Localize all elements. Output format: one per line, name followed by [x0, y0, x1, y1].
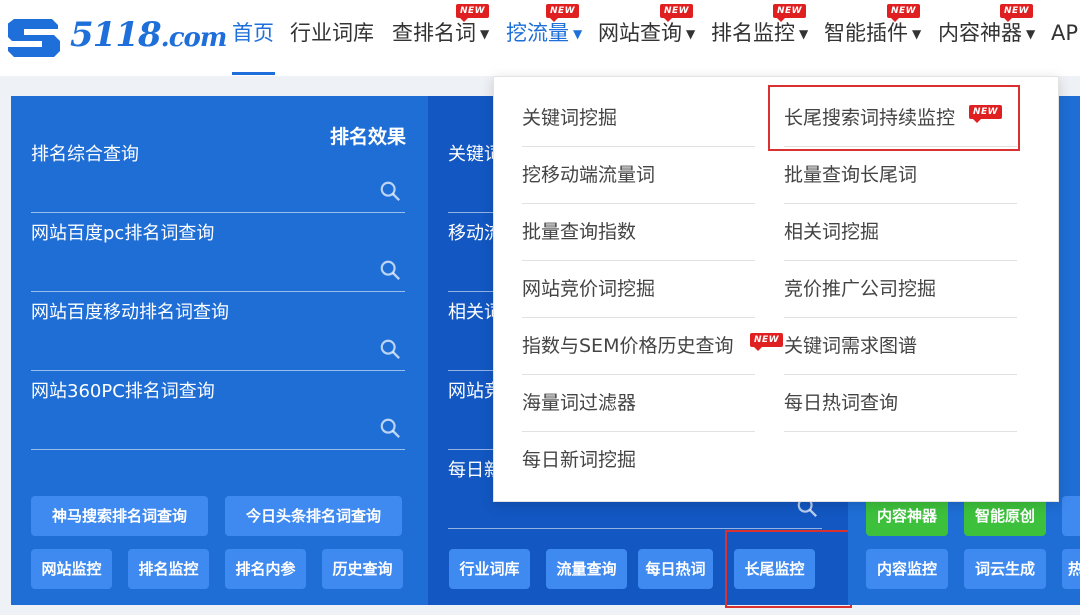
search-label: 网站360PC排名词查询 — [31, 381, 215, 402]
highlight-box — [768, 85, 1020, 151]
shenma-rank-button[interactable]: 神马搜索排名词查询 — [31, 496, 208, 536]
search-icon[interactable] — [379, 338, 401, 360]
new-badge: NEW — [750, 333, 784, 351]
chevron-down-icon: ▼ — [686, 27, 696, 41]
chevron-down-icon: ▼ — [1026, 27, 1036, 41]
nav-industry-lexicon[interactable]: 行业词库 — [290, 16, 374, 50]
search-icon[interactable] — [379, 417, 401, 439]
nav-site-query[interactable]: 网站查询 ▼ — [598, 16, 695, 51]
word-cloud-button[interactable]: 词云生成 — [964, 549, 1046, 589]
toutiao-rank-button[interactable]: 今日头条排名词查询 — [225, 496, 402, 536]
search-field[interactable]: 排名综合查询 — [31, 132, 405, 213]
search-label: 网站百度移动排名词查询 — [31, 302, 229, 323]
menu-item-daily-hot-words[interactable]: 每日热词查询 — [784, 376, 1017, 432]
rank-insider-button[interactable]: 排名内参 — [225, 549, 306, 589]
menu-item-bidding-word-mining[interactable]: 网站竞价词挖掘 — [522, 262, 755, 318]
menu-item-batch-longtail-query[interactable]: 批量查询长尾词 — [784, 148, 1017, 204]
menu-item-related-words[interactable]: 相关词挖掘 — [784, 205, 1017, 261]
new-badge: NEW — [546, 4, 580, 22]
nav-api[interactable]: AP — [1051, 16, 1078, 50]
nav-traffic-mining[interactable]: 挖流量 ▼ — [506, 16, 582, 51]
top-header: 5118.com 首页 行业词库 查排名词 ▼ 挖流量 ▼ 网站查询 ▼ 排名监控 ▼ … — [0, 0, 1080, 76]
smart-original-button[interactable]: 智能原创 — [964, 496, 1046, 536]
site-logo[interactable]: 5118.com — [8, 10, 227, 60]
nav-rank-monitor[interactable]: 排名监控 ▼ — [711, 16, 808, 51]
search-icon[interactable] — [379, 259, 401, 281]
menu-item-batch-index-query[interactable]: 批量查询指数 — [522, 205, 755, 261]
logo-mark-icon — [8, 19, 60, 57]
chevron-down-icon: ▼ — [573, 27, 583, 41]
menu-item-keyword-mining[interactable]: 关键词挖掘 — [522, 91, 755, 147]
chevron-down-icon: ▼ — [912, 27, 922, 41]
menu-item-bidding-company-mining[interactable]: 竞价推广公司挖掘 — [784, 262, 1017, 318]
search-label: 网站百度pc排名词查询 — [31, 223, 215, 244]
search-field[interactable]: 网站360PC排名词查询 — [31, 369, 405, 450]
rank-effect-panel: 排名效果 排名综合查询 网站百度pc排名词查询 网站百度移动排名词查询 网站36… — [11, 96, 428, 605]
content-monitor-button[interactable]: 内容监控 — [866, 549, 948, 589]
traffic-query-button[interactable]: 流量查询 — [546, 549, 627, 589]
nav-content-tools[interactable]: 内容神器 ▼ — [938, 16, 1035, 51]
new-badge: NEW — [1000, 4, 1034, 22]
search-icon[interactable] — [379, 180, 401, 202]
nav-home[interactable]: 首页 — [232, 16, 274, 50]
new-badge: NEW — [887, 4, 921, 22]
active-nav-indicator — [232, 72, 275, 75]
search-field[interactable]: 网站百度pc排名词查询 — [31, 211, 405, 292]
daily-hot-words-button[interactable]: 每日热词 — [638, 549, 713, 589]
menu-item-daily-new-words[interactable]: 每日新词挖掘 — [522, 433, 755, 488]
menu-item-mobile-traffic-words[interactable]: 挖移动端流量词 — [522, 148, 755, 204]
menu-item-demand-graph[interactable]: 关键词需求图谱 — [784, 319, 1017, 375]
new-badge: NEW — [660, 4, 694, 22]
site-monitor-button[interactable]: 网站监控 — [31, 549, 112, 589]
menu-item-sem-price-history[interactable]: 指数与SEM价格历史查询 — [522, 319, 755, 375]
new-badge: NEW — [456, 4, 490, 22]
menu-item-label: 指数与SEM价格历史查询 — [522, 335, 734, 357]
menu-item-word-filter[interactable]: 海量词过滤器 — [522, 376, 755, 432]
logo-text: 5118.com — [70, 15, 227, 55]
content-tools-button[interactable]: 内容神器 — [866, 496, 948, 536]
new-badge: NEW — [773, 4, 807, 22]
search-label: 排名综合查询 — [31, 144, 139, 165]
nav-smart-plugin[interactable]: 智能插件 ▼ — [824, 16, 921, 51]
rank-monitor-button[interactable]: 排名监控 — [128, 549, 209, 589]
history-query-button[interactable]: 历史查询 — [322, 549, 403, 589]
traffic-dropdown-menu: 关键词挖掘 挖移动端流量词 批量查询指数 网站竞价词挖掘 指数与SEM价格历史查… — [493, 76, 1059, 502]
extra-button[interactable] — [1062, 496, 1080, 536]
search-field[interactable]: 网站百度移动排名词查询 — [31, 290, 405, 371]
industry-lexicon-button[interactable]: 行业词库 — [449, 549, 530, 589]
nav-rank-query[interactable]: 查排名词 ▼ — [392, 16, 489, 51]
chevron-down-icon: ▼ — [480, 27, 490, 41]
highlight-box — [725, 530, 852, 608]
hot-button[interactable]: 热 — [1062, 549, 1080, 589]
chevron-down-icon: ▼ — [799, 27, 809, 41]
